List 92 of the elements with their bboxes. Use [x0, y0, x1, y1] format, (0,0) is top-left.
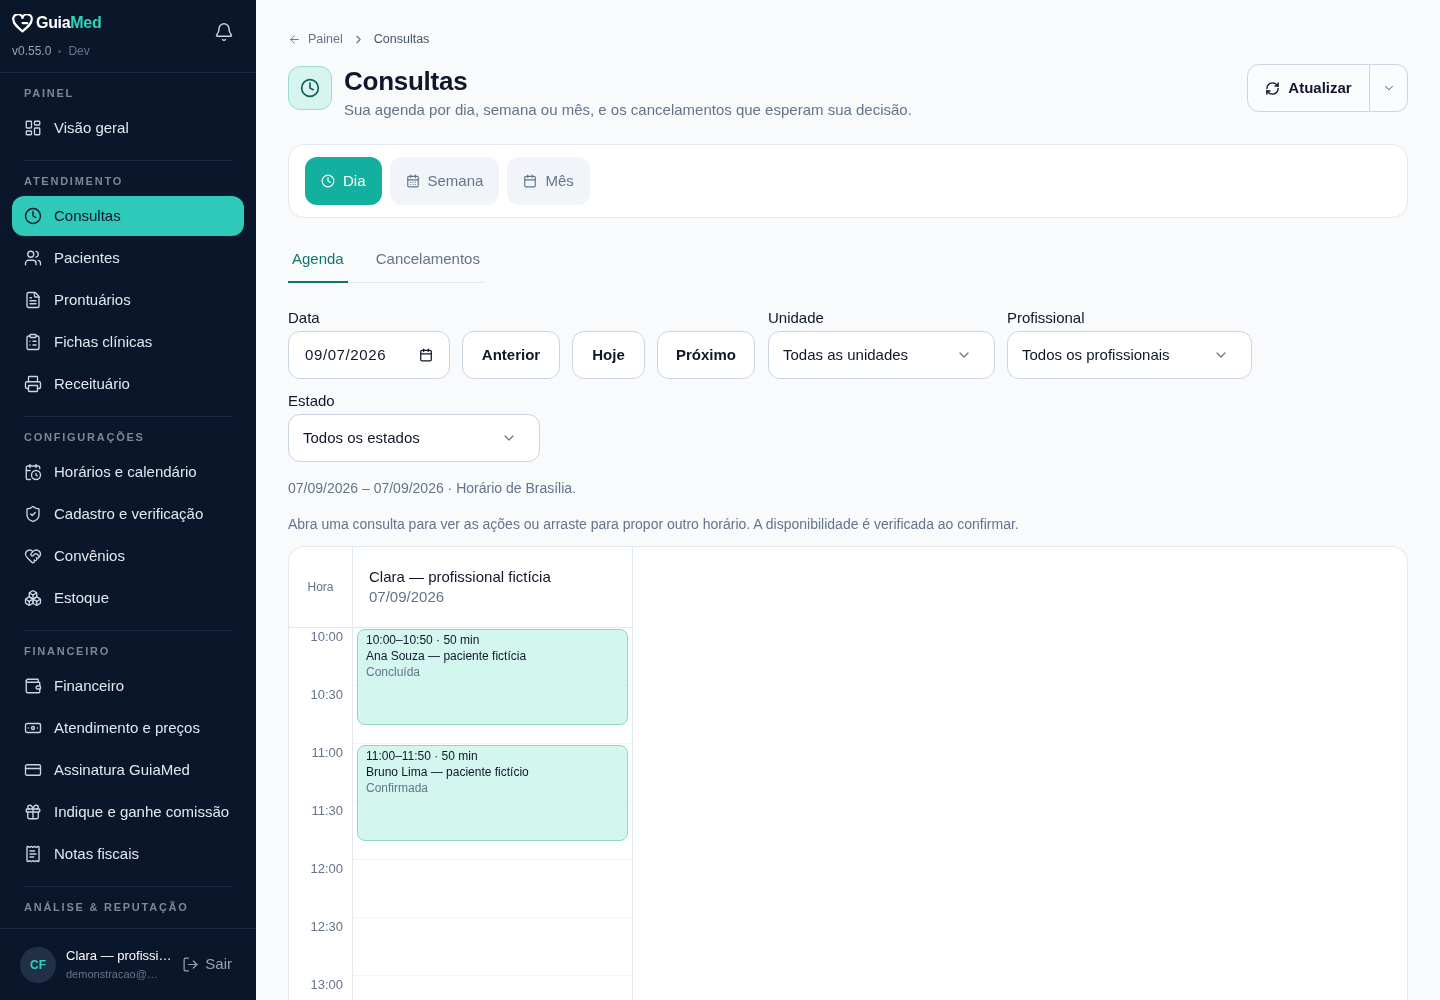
- tab[interactable]: Agenda: [288, 240, 348, 283]
- notifications-button[interactable]: [214, 22, 234, 42]
- time-label: 13:00: [310, 977, 343, 994]
- users-icon: [24, 249, 42, 267]
- nav-item[interactable]: Atendimento e preços: [12, 708, 244, 748]
- clock-icon: [321, 174, 335, 188]
- heart-logo-icon: [12, 13, 33, 33]
- patient-name: Ana Souza — paciente fictícia: [366, 648, 528, 664]
- nav-item[interactable]: Cadastro e verificação: [12, 494, 244, 534]
- refresh-icon: [1265, 80, 1281, 96]
- date-nav-button[interactable]: Próximo: [657, 331, 755, 379]
- date-nav-button[interactable]: Anterior: [462, 331, 560, 379]
- field-label: Estado: [288, 391, 336, 411]
- calendar-icon: [523, 174, 538, 188]
- gift-icon: [24, 803, 42, 821]
- time-label: 12:30: [310, 919, 343, 936]
- nav-item[interactable]: Indique e ganhe comissão: [12, 792, 244, 832]
- patient-name: Bruno Lima — paciente fictício: [366, 764, 530, 780]
- field-label: Data: [288, 308, 321, 328]
- calendar-clock-icon: [24, 463, 42, 481]
- time-label: 10:00: [310, 629, 343, 646]
- calendar-icon: [405, 174, 420, 188]
- tab[interactable]: Cancelamentos: [371, 240, 484, 283]
- section-heading: ANÁLISE & REPUTAÇÃO: [23, 900, 190, 914]
- clock-tile-icon: [288, 66, 332, 110]
- nav-item[interactable]: Consultas: [12, 196, 244, 236]
- receipt-icon: [24, 845, 42, 863]
- nav-item[interactable]: Pacientes: [12, 238, 244, 278]
- field-label: Profissional: [1007, 308, 1086, 328]
- time-label: 10:30: [310, 687, 343, 704]
- appointment-time: 11:00–11:50 · 50 min: [366, 748, 479, 764]
- clock-icon: [24, 207, 42, 225]
- select-field[interactable]: Todas as unidades: [768, 331, 995, 379]
- appointment-card[interactable]: 10:00–10:50 · 50 min Ana Souza — paciente fictícia Concluída: [357, 629, 628, 725]
- nav-item[interactable]: Visão geral: [12, 108, 244, 148]
- time-label: 11:00: [311, 745, 343, 762]
- environment-text: Dev: [68, 43, 90, 59]
- nav-item[interactable]: Estoque: [12, 578, 244, 618]
- view-mode-button[interactable]: Mês: [507, 157, 590, 205]
- logout-button[interactable]: Sair: [182, 953, 232, 976]
- section-heading: ATENDIMENTO: [23, 174, 124, 188]
- credit-card-icon: [24, 761, 42, 779]
- page-title: Consultas: [344, 65, 469, 97]
- user-name: Clara — profissi…: [66, 947, 173, 964]
- section-heading: FINANCEIRO: [23, 644, 112, 658]
- column-date: 07/09/2026: [369, 587, 446, 607]
- hint-text: Abra uma consulta para ver as ações ou arraste para propor outro horário. A disponibilidade é verificada ao confirmar.: [288, 515, 1020, 534]
- heart-handshake-icon: [24, 547, 42, 565]
- bell-icon: [214, 22, 234, 42]
- breadcrumb-link[interactable]: Painel: [308, 31, 343, 47]
- printer-icon: [24, 375, 42, 393]
- nav-item[interactable]: Horários e calendário: [12, 452, 244, 492]
- breadcrumb-current: Consultas: [373, 31, 430, 47]
- logo-text: GuiaMed: [36, 13, 102, 33]
- nav-item[interactable]: Notas fiscais: [12, 834, 244, 874]
- user-email: demonstracao@…: [66, 966, 159, 982]
- page-subtitle: Sua agenda por dia, semana ou mês, e os cancelamentos que esperam sua decisão.: [344, 100, 912, 120]
- back-arrow-icon: [288, 32, 301, 46]
- nav-item[interactable]: Fichas clínicas: [12, 322, 244, 362]
- version-text: v0.55.0: [12, 43, 52, 59]
- shield-check-icon: [24, 505, 42, 523]
- wallet-icon: [24, 677, 42, 695]
- nav-item[interactable]: Prontuários: [12, 280, 244, 320]
- field-label: Unidade: [768, 308, 825, 328]
- logout-icon: [182, 956, 200, 973]
- section-heading: CONFIGURAÇÕES: [23, 430, 146, 444]
- select-field[interactable]: Todos os estados: [288, 414, 540, 462]
- nav-item[interactable]: Convênios: [12, 536, 244, 576]
- refresh-button[interactable]: Atualizar: [1247, 64, 1370, 112]
- nav-item[interactable]: Financeiro: [12, 666, 244, 706]
- section-heading: PAINEL: [23, 86, 76, 100]
- professional-name: Clara — profissional fictícia: [369, 567, 552, 587]
- dashboard-icon: [24, 119, 42, 137]
- time-label: 11:30: [311, 803, 343, 820]
- date-range-note: 07/09/2026 – 07/09/2026 · Horário de Brasília.: [288, 479, 577, 498]
- nav-item[interactable]: Receituário: [12, 364, 244, 404]
- appointment-status: Confirmada: [366, 780, 430, 796]
- date-nav-button[interactable]: Hoje: [572, 331, 645, 379]
- boxes-icon: [24, 589, 42, 607]
- document-icon: [24, 291, 42, 309]
- appointment-status: Concluída: [366, 664, 422, 680]
- nav-item[interactable]: Assinatura GuiaMed: [12, 750, 244, 790]
- appointment-time: 10:00–10:50 · 50 min: [366, 632, 481, 648]
- hour-column-heading: Hora: [307, 579, 334, 595]
- user-avatar: CF: [20, 946, 56, 983]
- clipboard-icon: [24, 333, 42, 351]
- select-field[interactable]: Todos os profissionais: [1007, 331, 1252, 379]
- view-mode-button[interactable]: Semana: [389, 157, 500, 205]
- date-field[interactable]: 09/07/2026: [288, 331, 450, 379]
- calendar-icon: [419, 348, 433, 362]
- appointment-card[interactable]: 11:00–11:50 · 50 min Bruno Lima — paciente fictício Confirmada: [357, 745, 628, 841]
- time-label: 12:00: [310, 861, 343, 878]
